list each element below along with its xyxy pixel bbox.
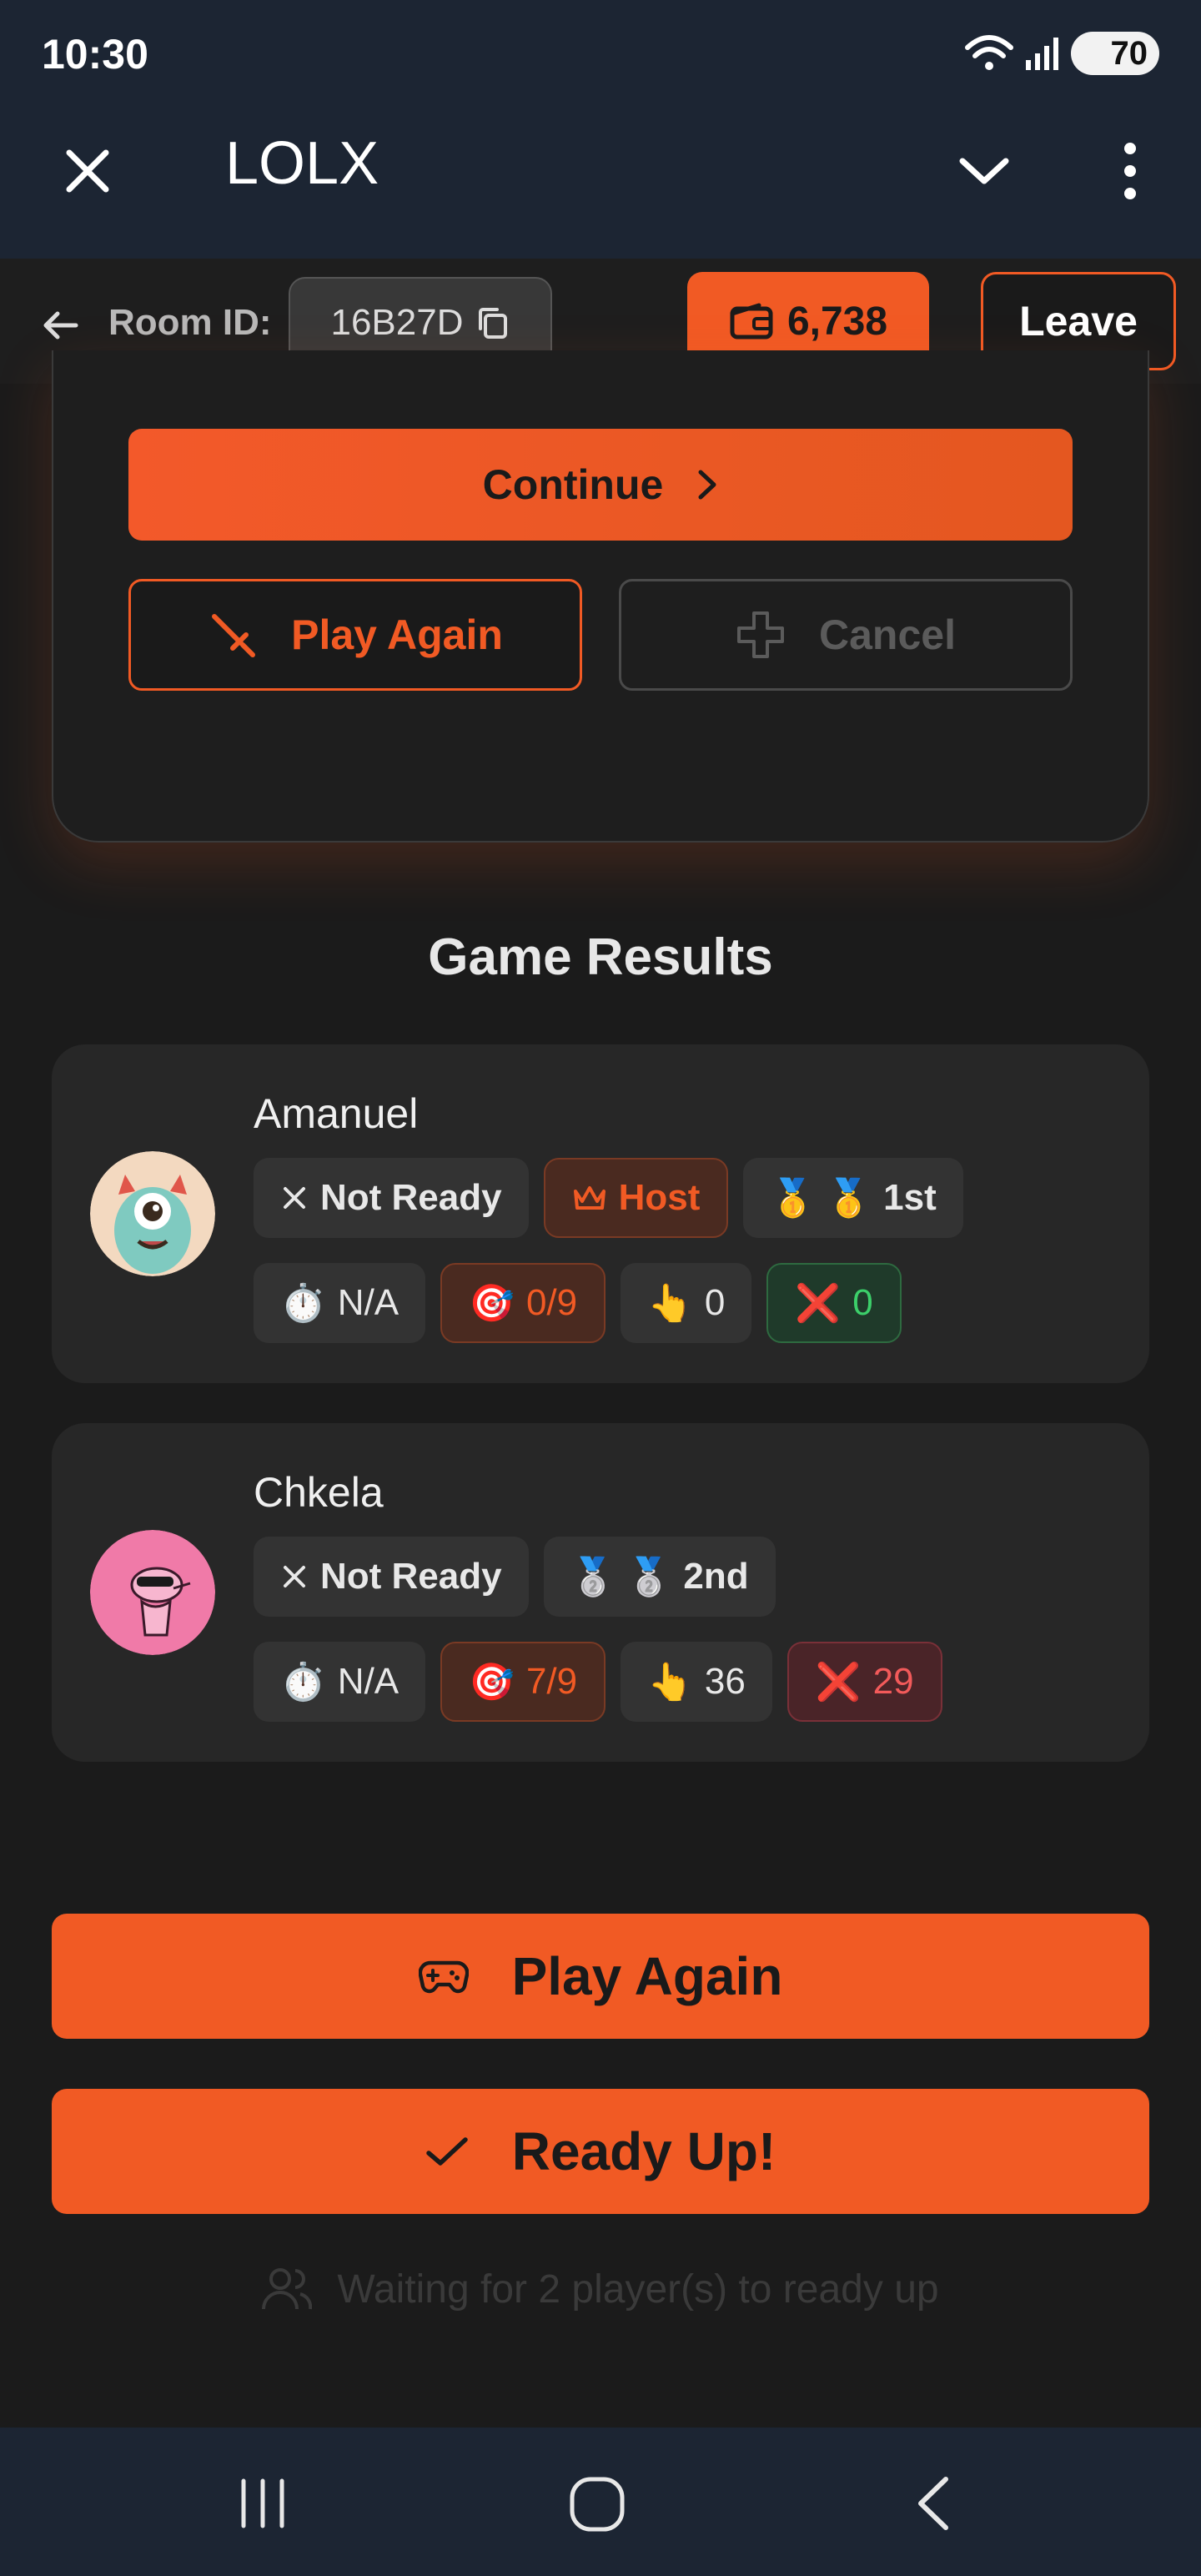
close-button[interactable]	[50, 133, 125, 209]
collapse-button[interactable]	[951, 138, 1018, 204]
wallet-icon	[730, 303, 773, 340]
player-card: Amanuel Not Ready Host 🥇 🥇 1st ⏱️ N/A 🎯 …	[52, 1044, 1149, 1383]
taps-value: 36	[704, 1661, 746, 1702]
waiting-message: Waiting for 2 player(s) to ready up	[0, 2266, 1201, 2312]
arrow-left-icon	[43, 311, 78, 340]
player-stats-row: ⏱️ N/A 🎯 7/9 👆 36 ❌ 29	[254, 1642, 942, 1722]
score-stat: 🎯 7/9	[440, 1642, 606, 1722]
wifi-icon	[965, 35, 1013, 70]
ready-up-button[interactable]: Ready Up!	[52, 2089, 1149, 2214]
time-stat: ⏱️ N/A	[254, 1263, 426, 1343]
app-header: 10:30 70 LOLX	[0, 0, 1201, 259]
copy-icon	[478, 308, 507, 339]
target-icon: 🎯	[469, 1662, 515, 1703]
plus-outline-icon	[737, 611, 785, 658]
rank-badge: 🥈 🥈 2nd	[543, 1537, 776, 1617]
time-value: N/A	[337, 1661, 399, 1702]
signal-icon	[1026, 38, 1058, 70]
misses-stat: ❌ 29	[786, 1642, 942, 1722]
pointing-hand-icon: 👆	[647, 1662, 693, 1703]
ready-status-label: Not Ready	[320, 1556, 502, 1597]
x-icon	[284, 1566, 305, 1587]
gold-medal-icon: 🥇 🥇	[770, 1178, 872, 1219]
taps-stat: 👆 36	[621, 1642, 772, 1722]
chevron-down-icon	[959, 158, 1009, 184]
host-badge: Host	[543, 1158, 729, 1238]
pink-character-avatar-image	[90, 1530, 215, 1655]
recents-icon[interactable]	[234, 2474, 292, 2533]
monster-avatar-image	[90, 1151, 215, 1276]
room-id-value: 16B27D	[330, 302, 464, 343]
continue-button[interactable]: Continue	[128, 429, 1073, 541]
misses-value: 29	[872, 1661, 914, 1702]
rank-badge: 🥇 🥇 1st	[743, 1158, 963, 1238]
player-name: Amanuel	[254, 1090, 419, 1137]
back-button[interactable]	[35, 300, 85, 350]
status-time: 10:30	[42, 31, 148, 78]
avatar	[90, 1530, 215, 1655]
status-icons: 70	[964, 30, 1159, 77]
app-title: LOLX	[225, 130, 379, 197]
stopwatch-icon: ⏱️	[280, 1662, 326, 1703]
pointing-hand-icon: 👆	[647, 1283, 693, 1324]
ready-status-label: Not Ready	[320, 1177, 502, 1218]
ready-up-label: Ready Up!	[511, 2121, 776, 2181]
chevron-right-icon	[698, 470, 716, 500]
room-id-label: Room ID:	[108, 302, 272, 343]
crown-icon	[573, 1186, 606, 1210]
rank-label: 2nd	[683, 1556, 749, 1597]
avatar	[90, 1151, 215, 1276]
ready-status-badge: Not Ready	[254, 1158, 529, 1238]
cross-mark-icon: ❌	[815, 1662, 862, 1703]
back-icon[interactable]	[909, 2474, 959, 2533]
wallet-balance: 6,738	[786, 299, 888, 344]
target-icon: 🎯	[469, 1283, 515, 1324]
player-status-row: Not Ready 🥈 🥈 2nd	[254, 1537, 776, 1617]
taps-value: 0	[704, 1282, 726, 1323]
waiting-text: Waiting for 2 player(s) to ready up	[337, 2267, 939, 2312]
misses-value: 0	[852, 1282, 873, 1323]
cancel-button[interactable]: Cancel	[619, 579, 1073, 691]
silver-medal-icon: 🥈 🥈	[570, 1557, 672, 1597]
play-again-outline-label: Play Again	[291, 611, 503, 658]
time-stat: ⏱️ N/A	[254, 1642, 426, 1722]
sword-icon	[212, 614, 256, 657]
x-icon	[284, 1187, 305, 1209]
battery-level: 70	[1110, 34, 1148, 72]
player-status-row: Not Ready Host 🥇 🥇 1st	[254, 1158, 963, 1238]
misses-stat: ❌ 0	[766, 1263, 902, 1343]
time-value: N/A	[337, 1282, 399, 1323]
player-card: Chkela Not Ready 🥈 🥈 2nd ⏱️ N/A 🎯 7/9 👆 …	[52, 1423, 1149, 1762]
player-name: Chkela	[254, 1469, 384, 1516]
taps-stat: 👆 0	[621, 1263, 752, 1343]
gamepad-icon	[418, 1960, 469, 1994]
check-icon	[426, 2137, 468, 2166]
more-options-button[interactable]	[1101, 138, 1159, 204]
play-again-button[interactable]: Play Again	[52, 1914, 1149, 2039]
game-results-title: Game Results	[428, 928, 773, 986]
score-stat: 🎯 0/9	[440, 1263, 606, 1343]
stopwatch-icon: ⏱️	[280, 1283, 326, 1324]
battery-indicator: 70	[1071, 32, 1159, 75]
system-navigation-bar	[0, 2428, 1201, 2576]
cancel-label: Cancel	[819, 611, 956, 658]
cross-mark-icon: ❌	[795, 1283, 842, 1324]
rank-label: 1st	[883, 1177, 937, 1218]
play-again-outline-button[interactable]: Play Again	[128, 579, 582, 691]
ready-status-badge: Not Ready	[254, 1537, 529, 1617]
play-again-label: Play Again	[511, 1946, 783, 2006]
more-vertical-icon	[1124, 143, 1136, 199]
score-value: 7/9	[525, 1661, 578, 1702]
users-icon	[262, 2268, 313, 2310]
player-stats-row: ⏱️ N/A 🎯 0/9 👆 0 ❌ 0	[254, 1263, 902, 1343]
host-label: Host	[618, 1177, 701, 1218]
close-icon	[66, 149, 109, 193]
score-value: 0/9	[525, 1282, 578, 1323]
continue-label: Continue	[482, 461, 664, 508]
home-icon[interactable]	[567, 2474, 627, 2534]
